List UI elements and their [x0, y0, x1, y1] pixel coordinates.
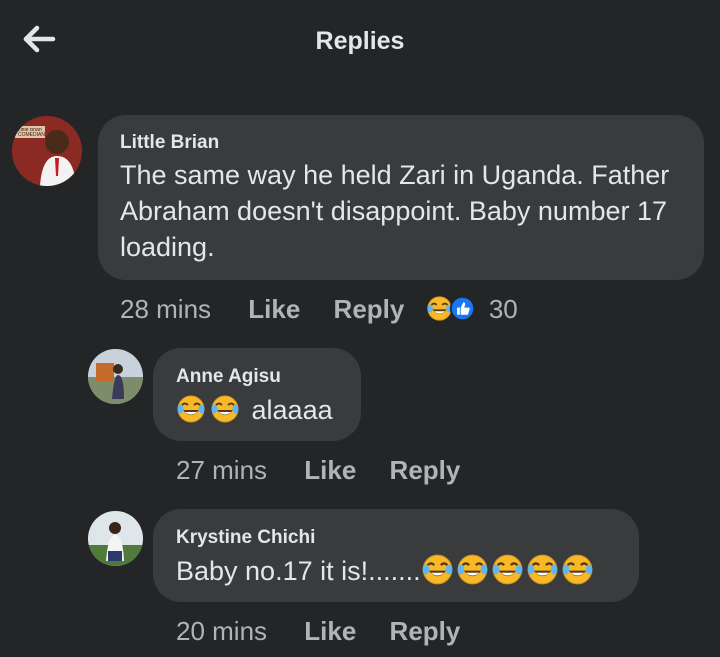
like-button[interactable]: Like [304, 616, 356, 646]
avatar[interactable] [88, 511, 143, 566]
comment-author[interactable]: Little Brian [120, 132, 219, 154]
tears-of-joy-emoji-icon [456, 553, 489, 586]
reply-time: 27 mins [176, 455, 268, 485]
comment-time: 28 mins [120, 294, 212, 324]
tears-of-joy-emoji-icon [176, 394, 206, 424]
like-reaction-icon [449, 295, 475, 322]
reply-text-row: alaaaa [176, 392, 333, 428]
tears-of-joy-emoji-icon [421, 553, 454, 586]
reply-text-row: Baby no.17 it is!....... [176, 553, 594, 589]
reply-text: alaaaa [251, 395, 333, 425]
tears-of-joy-emoji-icon [561, 553, 594, 586]
page-title: Replies [315, 27, 405, 55]
reply-actions: 27 mins Like Reply [176, 455, 460, 486]
reply-button[interactable]: Reply [390, 616, 461, 646]
reply-text: Baby no.17 it is!....... [176, 556, 421, 586]
tears-of-joy-emoji-icon [526, 553, 559, 586]
avatar[interactable] [88, 349, 143, 404]
top-bar: Replies [0, 0, 720, 84]
reaction-count: 30 [488, 294, 518, 324]
comment-text: The same way he held Zari in Uganda. Fat… [120, 160, 670, 262]
reply-button[interactable]: Reply [334, 294, 405, 324]
like-button[interactable]: Like [304, 455, 356, 485]
reactions-summary[interactable]: 30 [426, 294, 518, 324]
reply-author[interactable]: Krystine Chichi [176, 527, 315, 549]
tears-of-joy-emoji-icon [210, 394, 240, 424]
reply-button[interactable]: Reply [390, 455, 461, 485]
like-button[interactable]: Like [248, 294, 300, 324]
reply-author[interactable]: Anne Agisu [176, 366, 281, 388]
comment-actions: 28 mins Like Reply 30 [120, 294, 518, 325]
avatar-caption: Little Brian COMEDIAN [18, 128, 45, 138]
tears-of-joy-emoji-icon [491, 553, 524, 586]
reply-actions: 20 mins Like Reply [176, 616, 460, 647]
avatar[interactable]: Little Brian COMEDIAN [12, 116, 82, 186]
reply-time: 20 mins [176, 616, 268, 646]
